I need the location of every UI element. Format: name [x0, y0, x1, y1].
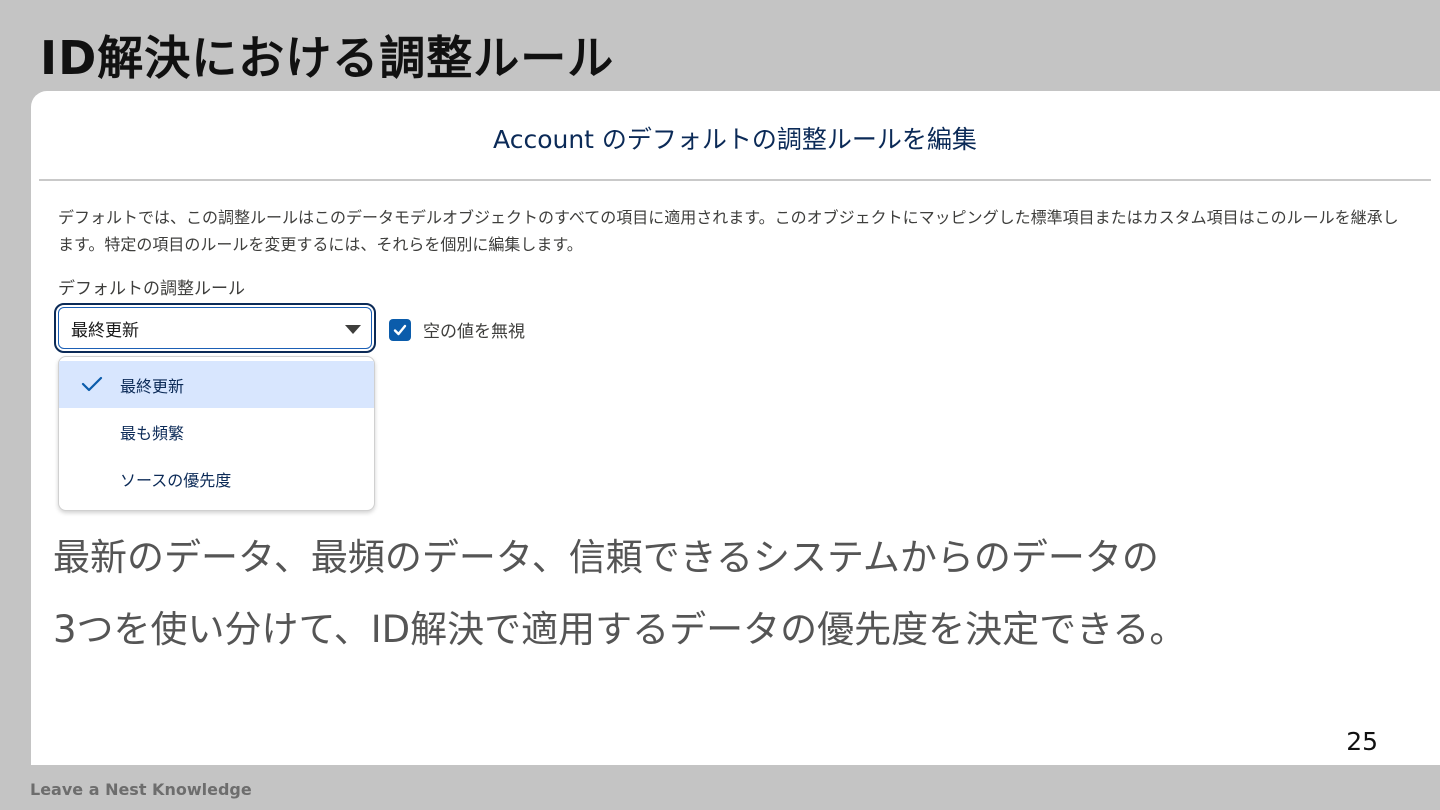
option-label: 最も頻繁	[120, 423, 185, 443]
modal-title: Account のデフォルトの調整ルールを編集	[493, 125, 977, 154]
modal-description: デフォルトでは、この調整ルールはこのデータモデルオブジェクトのすべての項目に適用…	[58, 208, 1399, 254]
slide-title: ID解決における調整ルール	[40, 31, 615, 85]
rule-combobox-button[interactable]: 最終更新	[58, 307, 372, 349]
rule-field-label: デフォルトの調整ルール	[58, 279, 245, 299]
ignore-empty-checkbox[interactable]: 空の値を無視	[389, 317, 525, 342]
page-number: 25	[1346, 727, 1378, 756]
checkmark-icon[interactable]	[389, 318, 411, 341]
option-label: 最終更新	[120, 376, 185, 396]
footer-brand: Leave a Nest Knowledge	[30, 780, 252, 799]
content-card: Account のデフォルトの調整ルールを編集 デフォルトでは、この調整ルールは…	[31, 91, 1440, 765]
option-source-priority[interactable]: ソースの優先度	[59, 455, 374, 502]
check-icon	[81, 376, 103, 392]
option-last-updated[interactable]: 最終更新	[59, 361, 374, 408]
option-most-frequent[interactable]: 最も頻繁	[59, 408, 374, 455]
body-text-line-2: 3つを使い分けて、ID解決で適用するデータの優先度を決定できる。	[53, 608, 1187, 651]
combobox-value: 最終更新	[71, 320, 139, 341]
rule-dropdown-list: 最終更新 最も頻繁 ソースの優先度	[58, 356, 375, 511]
rule-combobox[interactable]: 最終更新	[54, 303, 376, 353]
checkbox-label: 空の値を無視	[423, 322, 525, 342]
caret-down-icon	[345, 324, 361, 334]
body-text-line-1: 最新のデータ、最頻のデータ、信頼できるシステムからのデータの	[53, 536, 1159, 579]
modal-header: Account のデフォルトの調整ルールを編集	[39, 91, 1431, 181]
option-label: ソースの優先度	[120, 470, 232, 490]
